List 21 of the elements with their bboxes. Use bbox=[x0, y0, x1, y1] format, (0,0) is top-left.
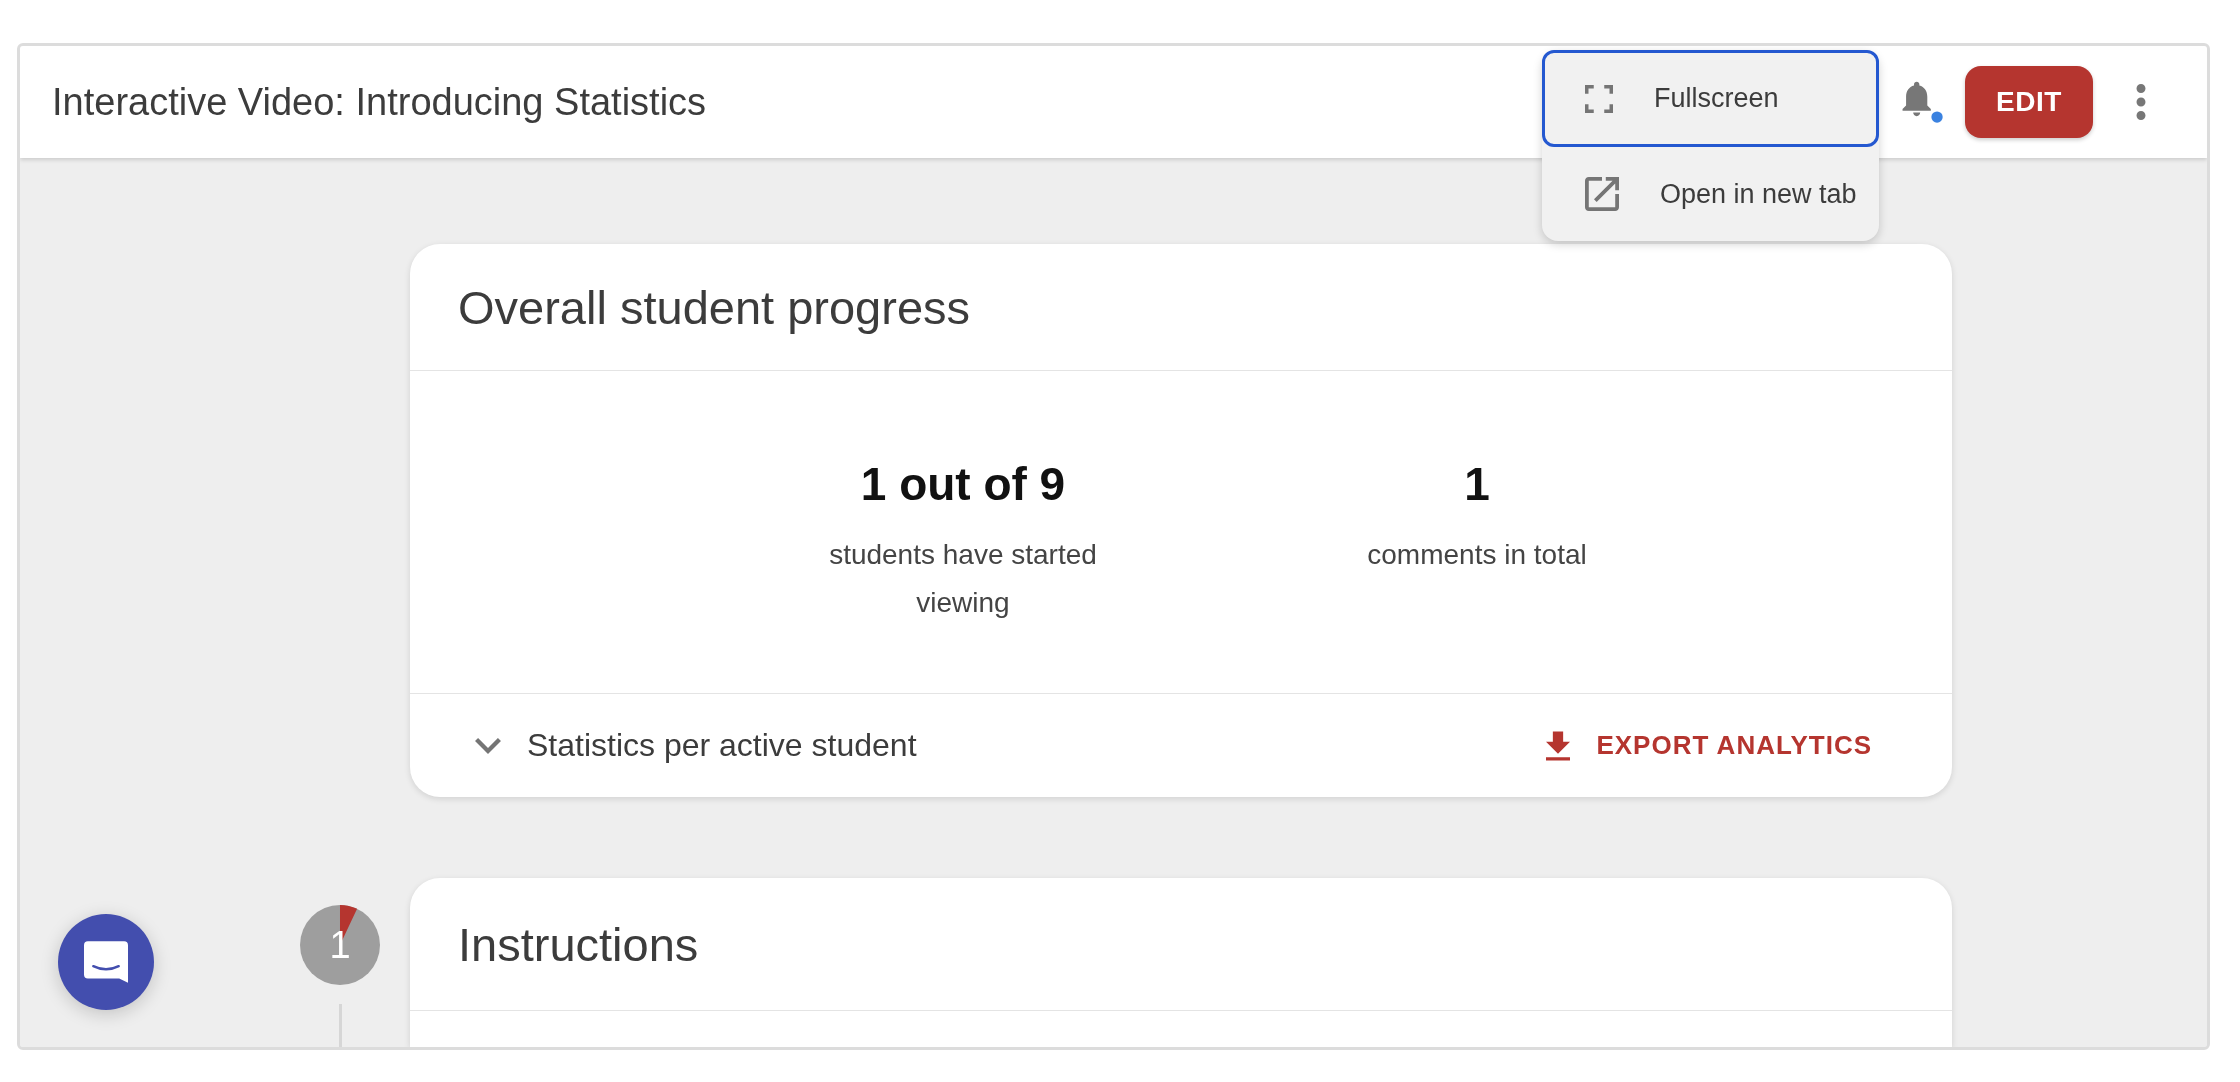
export-analytics-button[interactable]: EXPORT ANALYTICS bbox=[1546, 728, 1872, 763]
menu-item-label: Open in new tab bbox=[1660, 178, 1857, 210]
chat-bubble-icon bbox=[84, 938, 128, 986]
card-title: Instructions bbox=[458, 916, 699, 972]
stat-label: comments in total bbox=[1367, 538, 1587, 572]
menu-item[interactable]: Open in new tab bbox=[1542, 147, 1879, 241]
step-number: 1 bbox=[329, 926, 351, 964]
card-title: Overall student progress bbox=[458, 279, 971, 335]
external-link-icon bbox=[1585, 177, 1619, 211]
edit-button[interactable]: EDIT bbox=[1965, 66, 2093, 138]
menu-item-label: Fullscreen bbox=[1654, 83, 1779, 114]
stat-value: 1 bbox=[1464, 457, 1490, 512]
vertical-dots-icon bbox=[2135, 84, 2147, 120]
page-title: Interactive Video: Introducing Statistics bbox=[52, 80, 707, 124]
stat-value: 1 out of 9 bbox=[860, 457, 1066, 512]
stat-label: students have started viewing bbox=[828, 538, 1098, 620]
fullscreen-icon bbox=[1585, 84, 1613, 113]
download-icon bbox=[1546, 728, 1571, 763]
statistics-toggle[interactable]: Statistics per active student bbox=[475, 727, 917, 764]
menu-item[interactable]: Fullscreen bbox=[1542, 50, 1879, 147]
more-options-button[interactable] bbox=[2135, 84, 2147, 120]
